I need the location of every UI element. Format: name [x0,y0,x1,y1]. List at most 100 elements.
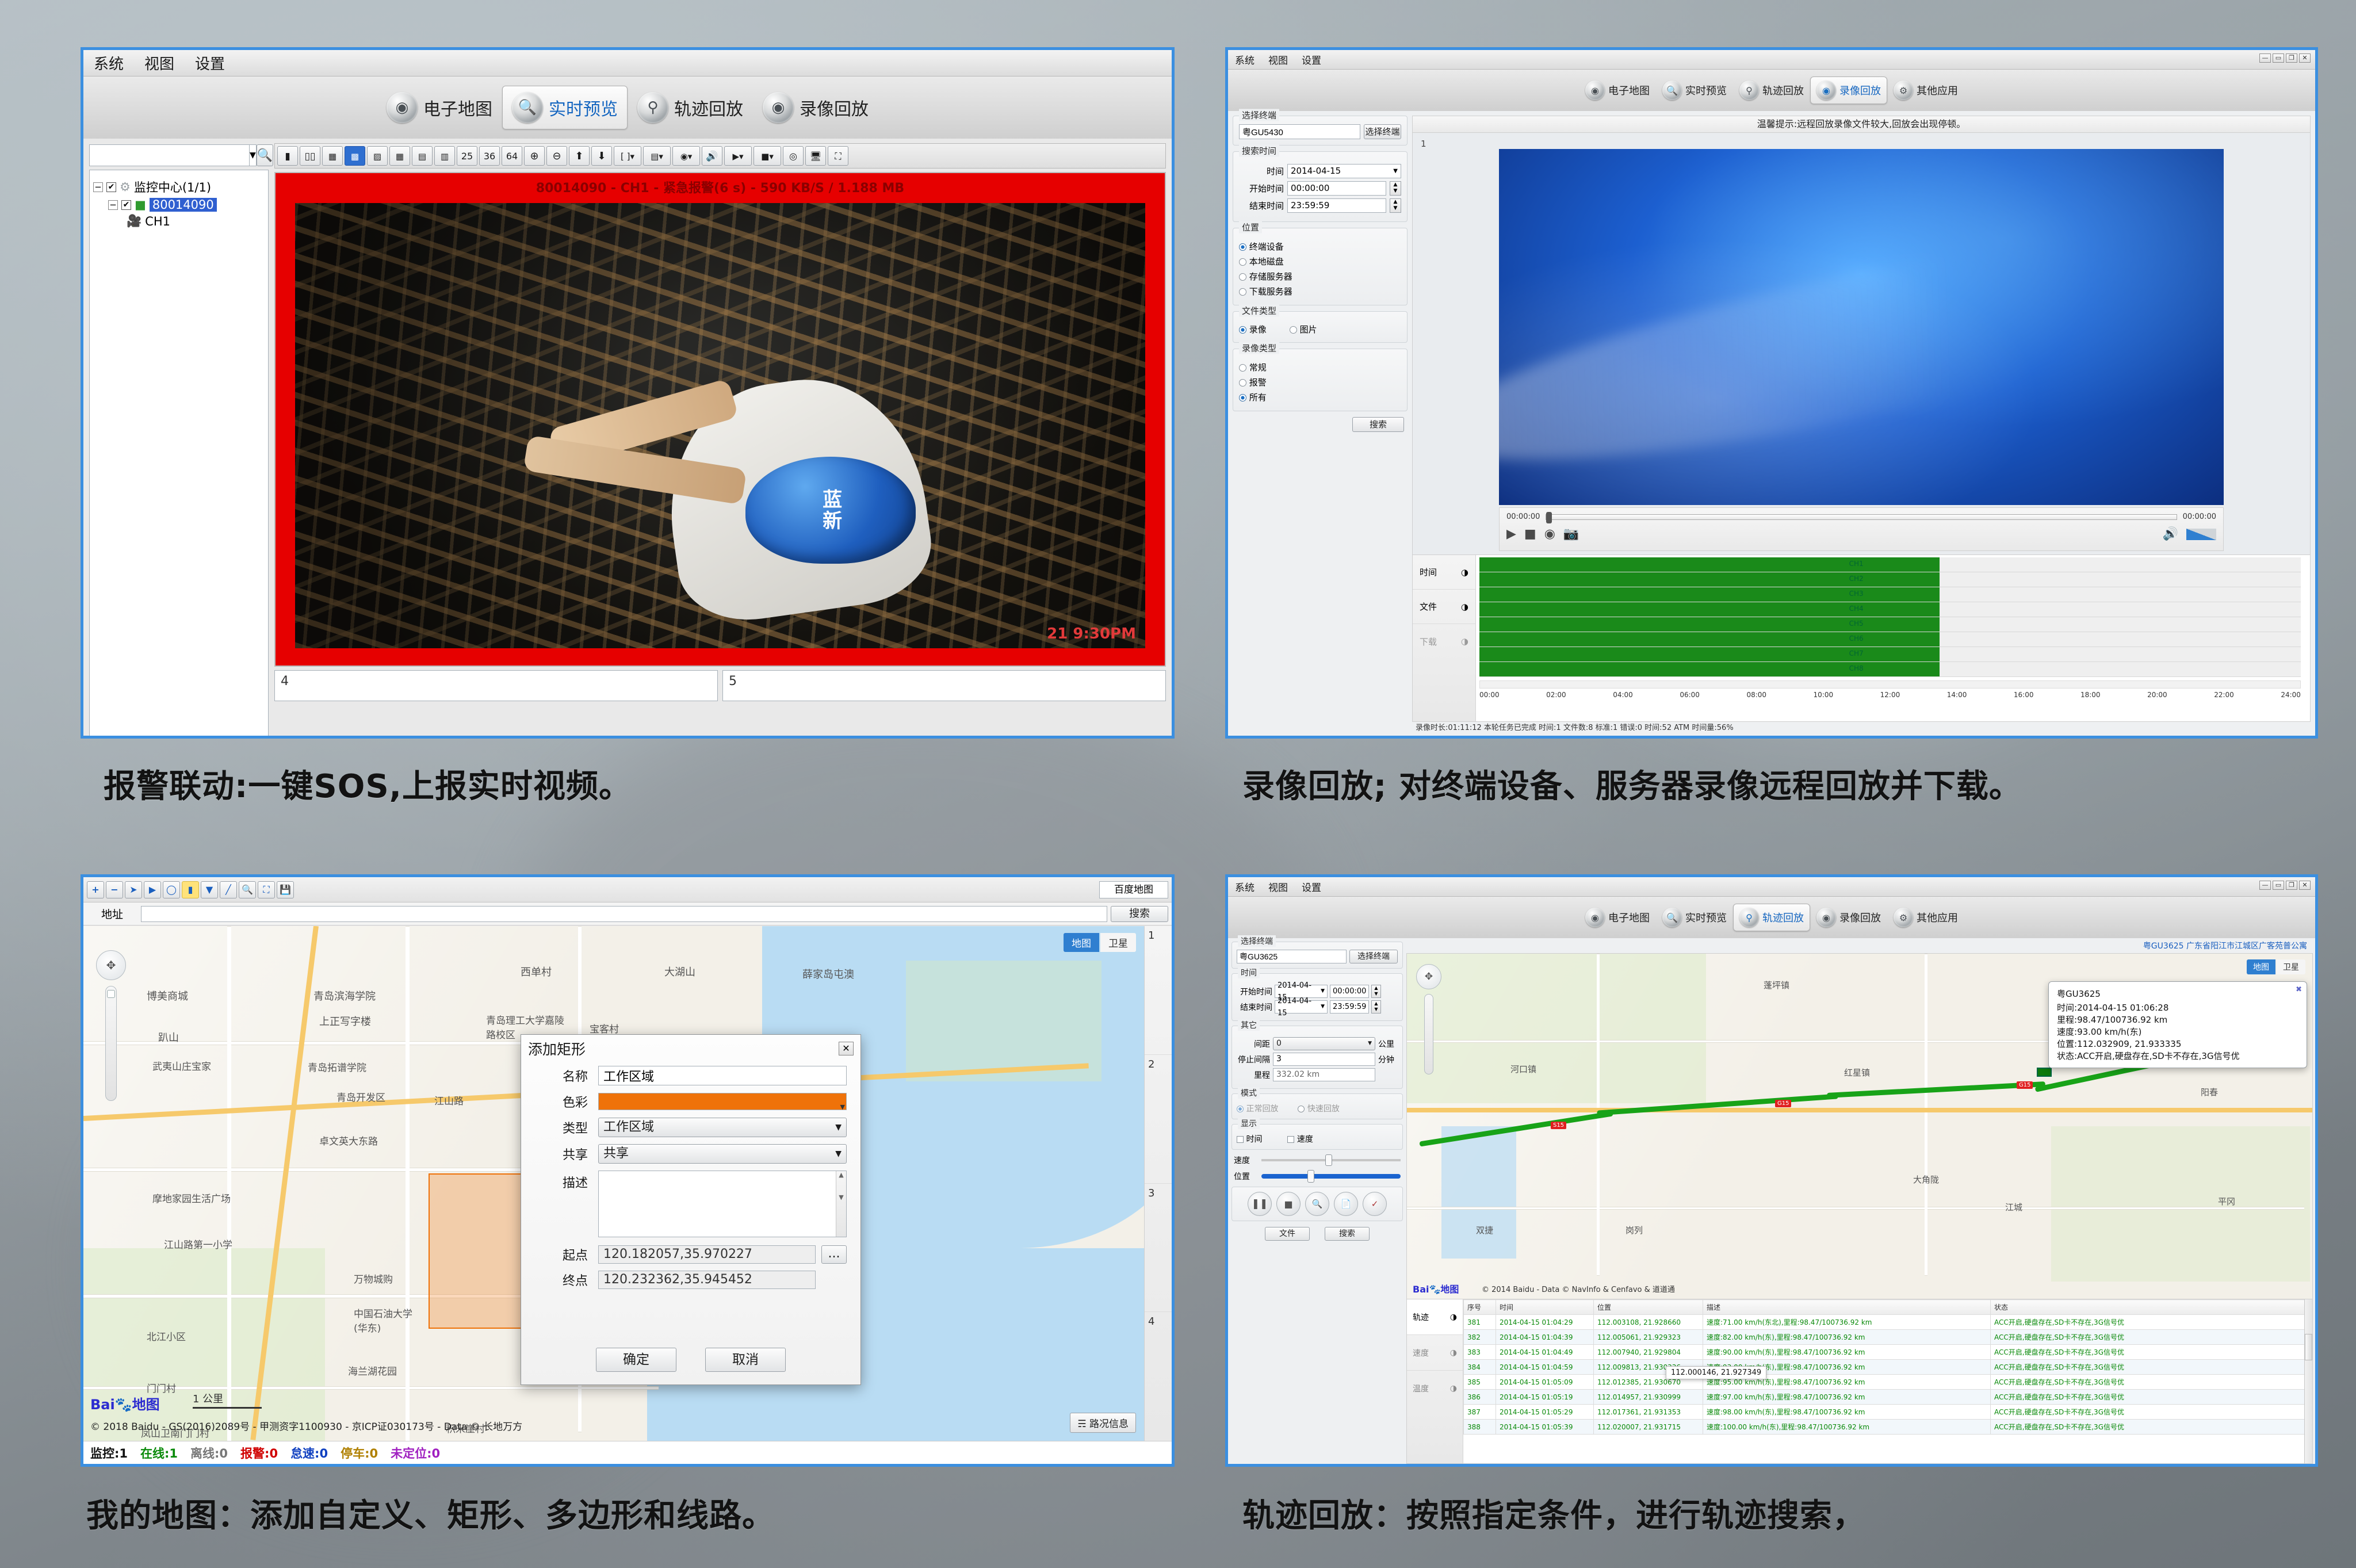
restore-icon[interactable]: ❐ [2286,881,2297,890]
terminal-input[interactable] [1237,950,1347,963]
tab-file[interactable]: 文件 ◑ [1413,590,1475,624]
checkbox-icon[interactable]: ✔ [106,182,116,192]
menu-view[interactable]: 视图 [134,52,185,74]
radio-local-disk[interactable]: 本地磁盘 [1239,255,1401,267]
table-row[interactable]: 388 2014-04-15 01:05:39 112.020007, 21.931… [1463,1419,2312,1435]
close-icon[interactable]: ✕ [2299,53,2311,63]
file-button[interactable]: 文件 [1265,1227,1310,1241]
menu-settings[interactable]: 设置 [1295,879,1328,894]
player-seek-slider[interactable] [1546,511,2177,523]
start-time-input[interactable]: 00:00:00 [1330,985,1369,998]
maximize-icon[interactable]: ▭ [2273,881,2284,890]
name-input[interactable] [598,1066,847,1085]
maximize-icon[interactable]: ▭ [2273,53,2284,63]
table-scrollbar[interactable] [2304,1299,2312,1463]
cursor-icon[interactable]: ▶ [144,881,161,898]
map-source-select[interactable]: 百度地图 [1099,881,1168,898]
stop-icon[interactable]: ■ [1524,527,1536,541]
circle-icon[interactable]: ◯ [163,881,180,898]
tree-node-channel[interactable]: 🎥 CH1 [127,214,265,228]
menu-system[interactable]: 系统 [1228,52,1261,67]
menu-settings[interactable]: 设置 [1295,52,1328,67]
add-rectangle-dialog[interactable]: 添加矩形 ✕ 名称 色彩 ▼ 类型 工作区域▼ [521,1034,861,1385]
table-row[interactable]: 387 2014-04-15 01:05:29 112.017361, 21.931… [1463,1404,2312,1420]
timeline-row[interactable]: CH5 [1479,617,2301,632]
terminal-input[interactable] [1239,124,1360,139]
snapshot-icon[interactable]: ◉▾ [672,146,700,166]
layout-8-icon[interactable]: ▨ [367,146,388,166]
layout-1-icon[interactable]: ▮ [277,146,298,166]
address-input[interactable] [141,905,1107,922]
baidu-map-canvas[interactable]: 博美商城 青岛滨海学院 西单村 大湖山 薛家岛屯澳 趴山 上正写字楼 青岛理工大… [83,926,1144,1441]
cancel-button[interactable]: 取消 [705,1348,786,1372]
tab-track-playback[interactable]: ⚲ 轨迹回放 [1733,77,1810,104]
map-pan-control[interactable]: ✥ [96,950,126,980]
speed-slider[interactable] [1261,1154,1401,1166]
tab-live-preview[interactable]: 🔍 实时预览 [1656,904,1733,931]
layout-36-icon[interactable]: 36 [479,146,500,166]
tab-track-playback[interactable]: ⚲ 轨迹回放 [1733,904,1810,931]
mute-icon[interactable]: 🔊 [702,146,722,166]
map-zoom-slider[interactable] [105,986,117,1101]
ptz-icon[interactable]: ◎ [783,146,804,166]
zoom-out-icon[interactable]: ⊖ [546,146,567,166]
track-table-wrap[interactable]: 序号 时间 位置 描述 状态 381 2014-04-15 01:04:29 112… [1463,1299,2312,1463]
menu-system[interactable]: 系统 [1228,879,1261,894]
vehicle-info-popup[interactable]: ✖ 粤GU3625 时间:2014-04-15 01:06:28 里程:98.4… [2048,981,2307,1068]
tab-electronic-map[interactable]: ◉ 电子地图 [377,86,502,129]
map-layer-tabs[interactable]: 地图 卫星 [2247,959,2305,974]
page-up-icon[interactable]: ⬆ [569,146,590,166]
timeline-row[interactable]: CH1 [1479,557,2301,572]
fullscreen-icon[interactable]: ⛶ [828,146,848,166]
strip-item[interactable]: 1 [1145,926,1172,1055]
restore-icon[interactable]: ❐ [2286,53,2297,63]
table-row[interactable]: 386 2014-04-15 01:05:19 112.014957, 21.930… [1463,1389,2312,1405]
end-time-stepper[interactable]: ▲ ▼ [1390,198,1401,213]
map-zoom-slider[interactable] [1424,994,1433,1074]
vehicle-marker[interactable] [2037,1068,2052,1077]
play-icon[interactable]: ▶ [1506,527,1516,541]
start-time-input[interactable]: 00:00:00 [1287,181,1386,196]
timeline-row[interactable]: CH6 [1479,632,2301,647]
tree-node-device[interactable]: − ✔ ■ 80014090 [108,198,265,212]
window-controls[interactable]: — ▭ ❐ ✕ [2259,53,2311,63]
radio-file-image[interactable]: 图片 [1289,323,1317,335]
position-slider[interactable] [1261,1170,1401,1183]
end-time-input[interactable]: 23:59:59 [1287,198,1386,213]
volume-icon[interactable]: 🔊 [2163,527,2178,541]
page-down-icon[interactable]: ⬇ [591,146,612,166]
strip-item[interactable]: 2 [1145,1055,1172,1184]
tab-map[interactable]: 地图 [1064,933,1099,952]
layout-13-icon[interactable]: ▤ [412,146,433,166]
checkbox-icon[interactable]: ✔ [121,200,131,210]
tab-satellite[interactable]: 卫星 [1100,933,1136,952]
layout-4-icon[interactable]: ▦ [322,146,343,166]
color-picker[interactable]: ▼ [598,1093,847,1111]
start-time-stepper[interactable]: ▲ ▼ [1371,985,1381,998]
timeline-row[interactable]: CH7 [1479,647,2301,662]
tab-live-preview[interactable]: 🔍 实时预览 [502,86,628,129]
end-time-stepper[interactable]: ▲ ▼ [1371,1000,1381,1014]
tab-video-playback[interactable]: ◉ 录像回放 [1810,904,1887,931]
stop-icon[interactable]: ■ [1276,1192,1301,1216]
timeline-row[interactable]: CH2 [1479,572,2301,587]
share-select[interactable]: 共享 ▼ [598,1144,847,1164]
device-tree[interactable]: − ✔ ⚙ 监控中心(1/1) − ✔ ■ 80014090 🎥 CH1 [89,170,269,736]
window-controls[interactable]: — ▭ ❐ ✕ [2259,881,2311,890]
checkbox-show-time[interactable]: 时间 [1237,1133,1262,1145]
timeline-row[interactable]: CH3 [1479,587,2301,602]
select-terminal-button[interactable]: 选择终端 [1364,124,1401,139]
line-icon[interactable]: ╱ [220,881,237,898]
radio-terminal-device[interactable]: 终端设备 [1239,240,1401,253]
checkbox-show-speed[interactable]: 速度 [1287,1133,1313,1145]
search-icon[interactable]: 🔍 [239,881,256,898]
browse-button[interactable]: ... [821,1245,847,1264]
expand-icon[interactable]: − [108,200,118,210]
tab-live-preview[interactable]: 🔍 实时预览 [1656,77,1733,104]
tab-video-playback[interactable]: ◉ 录像回放 [1810,77,1887,104]
minimize-icon[interactable]: — [2259,53,2271,63]
tab-track-playback[interactable]: ⚲ 轨迹回放 [628,86,753,129]
start-time-stepper[interactable]: ▲ ▼ [1390,181,1401,196]
end-time-input[interactable]: 23:59:59 [1330,1000,1369,1014]
search-icon[interactable]: 🔍 [256,144,274,166]
